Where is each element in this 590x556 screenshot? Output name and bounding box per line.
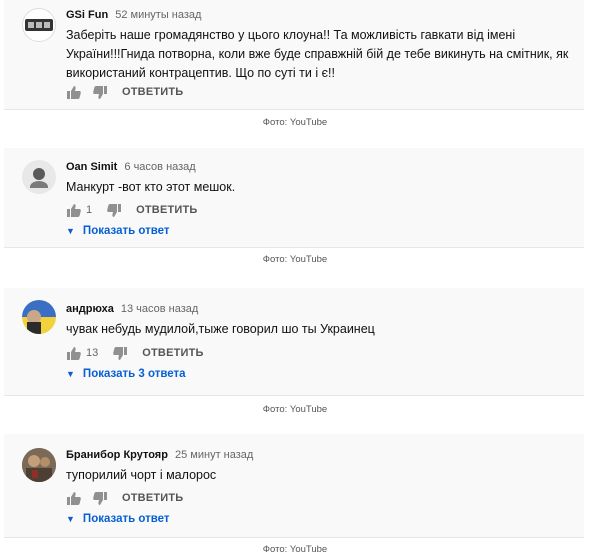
user-icon bbox=[30, 168, 48, 188]
gsi-logo-icon bbox=[25, 19, 53, 31]
reply-button[interactable]: ОТВЕТИТЬ bbox=[122, 86, 183, 98]
thumbs-up-icon[interactable] bbox=[66, 345, 82, 361]
reply-button[interactable]: ОТВЕТИТЬ bbox=[122, 492, 183, 504]
comment-actions: 1 ОТВЕТИТЬ bbox=[66, 202, 198, 218]
comment-text: чувак небудь мудилой,тыже говорил шо ты … bbox=[66, 322, 375, 336]
avatar[interactable] bbox=[22, 448, 56, 482]
thumbs-down-icon[interactable] bbox=[92, 84, 108, 100]
show-replies-button[interactable]: ▼ Показать ответ bbox=[66, 225, 170, 237]
photo-caption: Фото: YouTube bbox=[262, 117, 328, 128]
comment-actions: 13 ОТВЕТИТЬ bbox=[66, 345, 204, 361]
thumbs-down-icon[interactable] bbox=[112, 345, 128, 361]
caret-down-icon: ▼ bbox=[66, 226, 75, 236]
comment-time[interactable]: 13 часов назад bbox=[121, 303, 198, 315]
comment-meta: андрюха 13 часов назад bbox=[66, 302, 570, 316]
comment-author[interactable]: андрюха bbox=[66, 303, 114, 315]
comment-text: Заберіть наше громадянство у цього клоун… bbox=[66, 28, 569, 80]
show-replies-label: Показать ответ bbox=[82, 513, 170, 525]
comment-author[interactable]: Бранибор Крутояр bbox=[66, 449, 168, 461]
thumbs-up-icon[interactable] bbox=[66, 202, 82, 218]
thumbs-down-icon[interactable] bbox=[92, 490, 108, 506]
comment-card: Oan Simit 6 часов назад Манкурт -вот кто… bbox=[4, 148, 584, 248]
caret-down-icon: ▼ bbox=[66, 514, 75, 524]
comment-text: Манкурт -вот кто этот мешок. bbox=[66, 180, 236, 194]
caret-down-icon: ▼ bbox=[66, 369, 75, 379]
comment-actions: ОТВЕТИТЬ bbox=[66, 84, 183, 100]
comment-time[interactable]: 25 минут назад bbox=[175, 449, 253, 461]
comment-text: тупорилий чорт і малорос bbox=[66, 468, 217, 482]
comment-time[interactable]: 6 часов назад bbox=[124, 161, 195, 173]
comment-actions: ОТВЕТИТЬ bbox=[66, 490, 183, 506]
comment-author[interactable]: GSi Fun bbox=[66, 9, 108, 21]
avatar[interactable] bbox=[22, 160, 56, 194]
show-replies-button[interactable]: ▼ Показать 3 ответа bbox=[66, 368, 186, 380]
comment-meta: Бранибор Крутояр 25 минут назад bbox=[66, 448, 570, 462]
photo-caption: Фото: YouTube bbox=[262, 404, 328, 415]
thumbs-up-icon[interactable] bbox=[66, 490, 82, 506]
comment-meta: GSi Fun 52 минуты назад bbox=[66, 8, 570, 22]
comment-card: андрюха 13 часов назад чувак небудь муди… bbox=[4, 288, 584, 396]
comment-author[interactable]: Oan Simit bbox=[66, 161, 117, 173]
photo-caption: Фото: YouTube bbox=[262, 254, 328, 265]
painting-avatar-icon bbox=[22, 448, 56, 482]
show-replies-button[interactable]: ▼ Показать ответ bbox=[66, 513, 170, 525]
reply-button[interactable]: ОТВЕТИТЬ bbox=[142, 347, 203, 359]
avatar[interactable] bbox=[22, 300, 56, 334]
comment-card: GSi Fun 52 минуты назад Заберіть наше гр… bbox=[4, 0, 584, 110]
photo-caption: Фото: YouTube bbox=[262, 544, 328, 555]
comment-meta: Oan Simit 6 часов назад bbox=[66, 160, 570, 174]
thumbs-up-icon[interactable] bbox=[66, 84, 82, 100]
comment-time[interactable]: 52 минуты назад bbox=[115, 9, 201, 21]
comment-card: Бранибор Крутояр 25 минут назад тупорили… bbox=[4, 434, 584, 538]
show-replies-label: Показать ответ bbox=[82, 225, 170, 237]
like-count: 1 bbox=[86, 204, 93, 216]
reply-button[interactable]: ОТВЕТИТЬ bbox=[136, 204, 197, 216]
avatar[interactable] bbox=[22, 8, 56, 42]
ukraine-flag-icon bbox=[22, 300, 56, 334]
thumbs-down-icon[interactable] bbox=[106, 202, 122, 218]
show-replies-label: Показать 3 ответа bbox=[82, 368, 186, 380]
like-count: 13 bbox=[86, 347, 99, 359]
